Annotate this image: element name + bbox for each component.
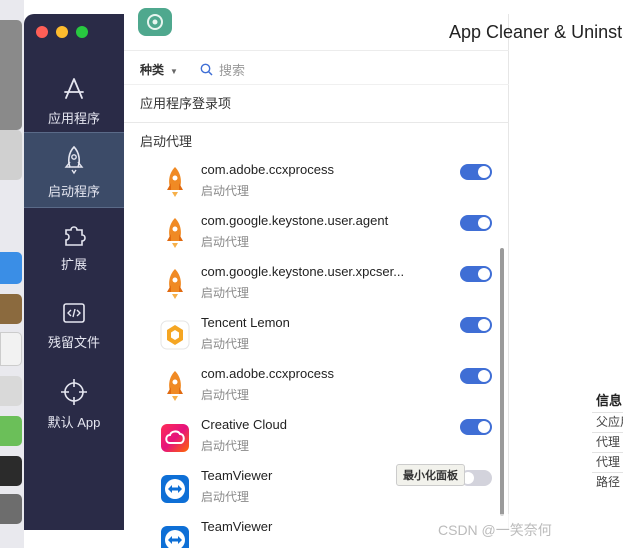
- category-dropdown[interactable]: 种类 ▼: [140, 61, 178, 78]
- rocket-icon: [160, 165, 190, 199]
- item-name: com.adobe.ccxprocess: [201, 162, 334, 177]
- item-name: TeamViewer: [201, 468, 273, 483]
- info-row-path: 路径: [592, 472, 623, 492]
- item-name: Creative Cloud: [201, 417, 287, 432]
- sidebar-item-label: 启动程序: [47, 184, 100, 199]
- enable-toggle[interactable]: [460, 317, 492, 333]
- info-row-parent-app: 父应用: [592, 412, 623, 432]
- rocket-icon: [160, 267, 190, 301]
- rocket-icon: [64, 145, 84, 175]
- sidebar-item-default-apps[interactable]: 默认 App: [24, 366, 124, 442]
- sidebar-item-label: 应用程序: [47, 111, 100, 126]
- window-title: App Cleaner & Uninsta: [449, 22, 623, 42]
- tencent-lemon-icon: [160, 318, 190, 352]
- search-input[interactable]: 搜索: [200, 60, 245, 79]
- section-divider: [124, 122, 509, 123]
- crosshair-icon: [61, 379, 87, 405]
- sidebar-item-leftover-files[interactable]: 残留文件: [24, 288, 124, 364]
- list-item[interactable]: com.adobe.ccxprocess 启动代理: [124, 159, 499, 210]
- sidebar-item-applications[interactable]: 应用程序: [24, 64, 124, 140]
- rocket-icon: [160, 369, 190, 403]
- desktop-strip: [0, 0, 24, 548]
- teamviewer-icon: [160, 471, 190, 505]
- search-placeholder: 搜索: [219, 63, 246, 78]
- list-item[interactable]: Tencent Lemon 启动代理: [124, 312, 499, 363]
- app-window: 应用程序 启动程序 扩展 残留文件 默认 App 种类 ▼ 搜索 应用程序登录项…: [0, 0, 623, 548]
- item-name: com.adobe.ccxprocess: [201, 366, 334, 381]
- minimize-panel-tooltip: 最小化面板: [396, 464, 465, 486]
- app-logo-icon: [138, 8, 172, 36]
- item-type: 启动代理: [201, 388, 250, 402]
- close-window-button[interactable]: [36, 26, 48, 38]
- app-store-icon: [64, 78, 84, 99]
- sidebar-item-extensions[interactable]: 扩展: [24, 210, 124, 286]
- filter-toolbar: 种类 ▼ 搜索: [124, 51, 509, 85]
- search-icon: [200, 63, 213, 76]
- sidebar-item-label: 扩展: [60, 257, 87, 272]
- enable-toggle[interactable]: [460, 164, 492, 180]
- teamviewer-icon: [160, 522, 190, 548]
- list-item[interactable]: com.adobe.ccxprocess 启动代理: [124, 363, 499, 414]
- item-name: TeamViewer: [201, 519, 273, 534]
- rocket-icon: [160, 216, 190, 250]
- creative-cloud-icon: [160, 420, 190, 454]
- item-name: com.google.keystone.user.agent: [201, 213, 389, 228]
- enable-toggle[interactable]: [460, 215, 492, 231]
- section-launch-agents: 启动代理: [140, 134, 193, 149]
- item-type: 启动代理: [201, 235, 250, 249]
- item-name: Tencent Lemon: [201, 315, 290, 330]
- item-type: 启动代理: [201, 286, 250, 300]
- enable-toggle[interactable]: [460, 266, 492, 282]
- watermark: CSDN @一笑奈何: [438, 522, 552, 538]
- list-scrollbar[interactable]: [500, 248, 504, 516]
- sidebar-item-label: 默认 App: [47, 415, 101, 430]
- item-type: 启动代理: [201, 490, 250, 504]
- zoom-window-button[interactable]: [76, 26, 88, 38]
- list-item[interactable]: Creative Cloud 启动代理: [124, 414, 499, 465]
- launch-items-pane: 种类 ▼ 搜索 应用程序登录项 启动代理 com.adobe.ccxprocess…: [124, 8, 509, 548]
- chevron-down-icon: ▼: [170, 67, 178, 76]
- item-type: 启动代理: [201, 184, 250, 198]
- info-row-agent-2: 代理: [592, 452, 623, 472]
- window-controls: [36, 26, 88, 38]
- item-type: 启动代理: [201, 439, 250, 453]
- info-row-agent: 代理: [592, 432, 623, 452]
- list-item[interactable]: com.google.keystone.user.agent 启动代理: [124, 210, 499, 261]
- sidebar: 应用程序 启动程序 扩展 残留文件 默认 App: [24, 14, 124, 530]
- sidebar-item-label: 残留文件: [47, 335, 100, 350]
- section-login-items[interactable]: 应用程序登录项: [140, 93, 231, 112]
- code-file-icon: [63, 303, 85, 323]
- sidebar-item-launch-programs[interactable]: 启动程序: [24, 132, 124, 208]
- minimize-window-button[interactable]: [56, 26, 68, 38]
- puzzle-icon: [65, 226, 86, 246]
- item-name: com.google.keystone.user.xpcser...: [201, 264, 405, 279]
- info-title: 信息: [596, 393, 623, 408]
- enable-toggle[interactable]: [460, 368, 492, 384]
- category-label: 种类: [140, 63, 165, 77]
- item-type: 启动代理: [201, 337, 250, 351]
- enable-toggle[interactable]: [460, 419, 492, 435]
- list-item[interactable]: com.google.keystone.user.xpcser... 启动代理: [124, 261, 499, 312]
